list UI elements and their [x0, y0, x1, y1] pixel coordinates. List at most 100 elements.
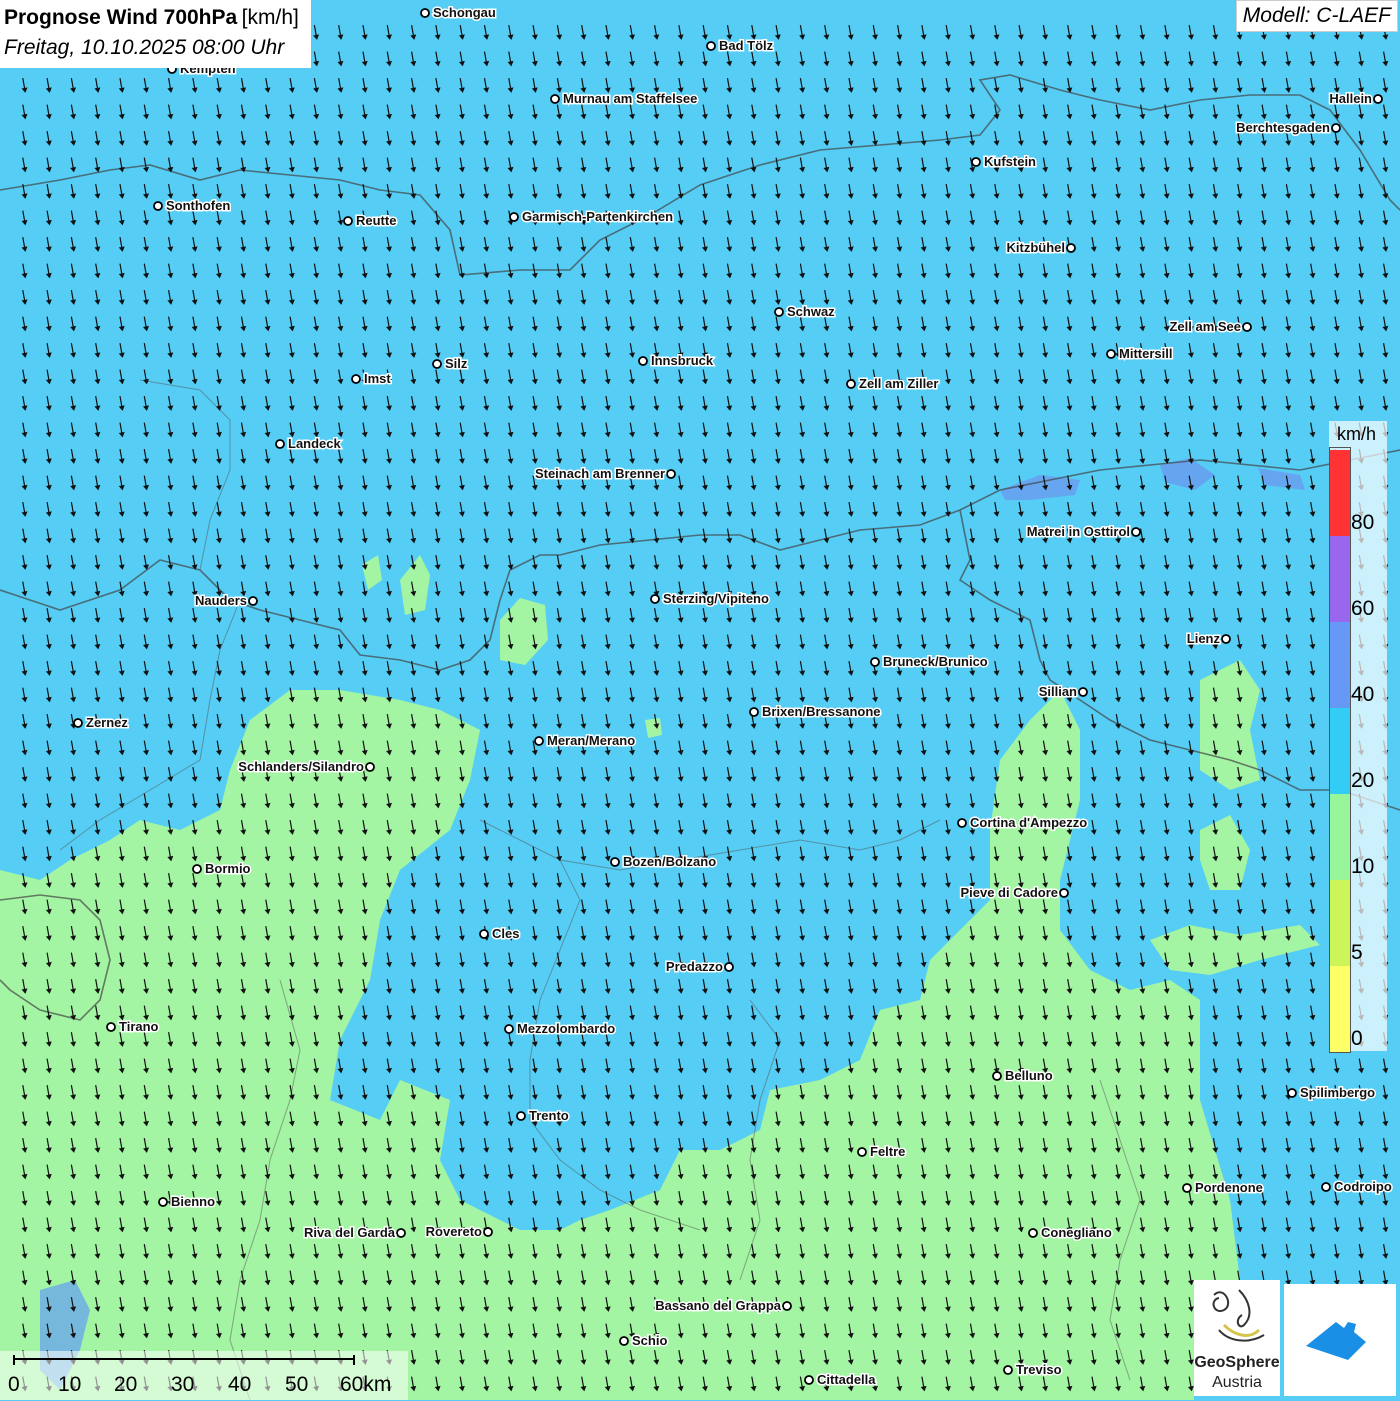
city-marker: Riva del Garda: [304, 1225, 405, 1240]
city-label: Zernez: [86, 715, 128, 730]
legend-label: 10: [1351, 855, 1374, 879]
city-label: Rovereto: [426, 1224, 482, 1239]
app-logo[interactable]: [1284, 1284, 1396, 1396]
city-marker: Schlanders/Silandro: [238, 759, 374, 774]
city-label: Brixen/Bressanone: [762, 704, 881, 719]
legend-label: 40: [1351, 683, 1374, 707]
city-label: Belluno: [1005, 1068, 1053, 1083]
city-label: Feltre: [870, 1144, 905, 1159]
city-marker: Cortina d'Ampezzo: [958, 815, 1087, 830]
city-marker: Pieve di Cadore: [960, 885, 1068, 900]
city-label: Conegliano: [1041, 1225, 1112, 1240]
city-label: Schongau: [433, 5, 496, 20]
legend: km/h 0 5 10 20 40 60 80: [1329, 421, 1387, 1051]
city-label: Imst: [364, 371, 391, 386]
city-label: Schwaz: [787, 304, 835, 319]
city-label: Bassano del Grappa: [655, 1298, 781, 1313]
legend-label: 5: [1351, 941, 1363, 965]
city-marker: Mezzolombardo: [505, 1021, 615, 1036]
geosphere-emblem-icon: [1194, 1280, 1280, 1350]
city-marker: Murnau am Staffelsee: [551, 91, 697, 106]
city-label: Sterzing/Vipiteno: [663, 591, 769, 606]
city-marker: Zell am Ziller: [847, 376, 938, 391]
city-marker: Garmisch-Partenkirchen: [510, 209, 673, 224]
legend-label: 60: [1351, 597, 1374, 621]
map-title: Prognose Wind 700hPa: [4, 6, 237, 29]
legend-label: 80: [1351, 511, 1374, 535]
city-label: Matrei in Osttirol: [1027, 524, 1130, 539]
city-marker: Zell am See: [1169, 319, 1251, 334]
city-marker: Berchtesgaden: [1236, 120, 1340, 135]
map-title-unit: [km/h]: [242, 6, 299, 29]
city-label: Hallein: [1329, 91, 1372, 106]
legend-color-bar: [1329, 447, 1351, 1053]
scale-label: 30: [171, 1373, 194, 1397]
city-marker: Sterzing/Vipiteno: [651, 591, 769, 606]
city-marker: Schongau: [421, 5, 496, 20]
city-label: Treviso: [1016, 1362, 1062, 1377]
geosphere-logo[interactable]: GeoSphere Austria: [1194, 1280, 1280, 1396]
scale-label: 10: [58, 1373, 81, 1397]
legend-swatch: [1330, 794, 1350, 880]
city-label: Predazzo: [666, 959, 723, 974]
city-label: Kitzbühel: [1007, 240, 1066, 255]
city-label: Zell am See: [1169, 319, 1241, 334]
city-label: Spilimbergo: [1300, 1085, 1375, 1100]
scale-label: 50: [285, 1373, 308, 1397]
title-box: Prognose Wind 700hPa [km/h] Freitag, 10.…: [0, 0, 311, 68]
legend-swatch: [1330, 536, 1350, 622]
city-label: Tirano: [119, 1019, 159, 1034]
legend-label: 20: [1351, 769, 1374, 793]
scale-bar: 0 10 20 30 40 50 60km: [0, 1351, 408, 1400]
city-label: Lienz: [1187, 631, 1221, 646]
legend-swatch: [1330, 450, 1350, 536]
city-label: Cles: [492, 926, 519, 941]
city-label: Sillian: [1039, 684, 1077, 699]
city-marker: Conegliano: [1029, 1225, 1112, 1240]
city-marker: Bozen/Bolzano: [611, 854, 716, 869]
city-marker: Brixen/Bressanone: [750, 704, 881, 719]
scale-label: 0: [8, 1373, 20, 1397]
city-label: Sonthofen: [166, 198, 230, 213]
scale-label: 20: [114, 1373, 137, 1397]
city-marker: Kitzbühel: [1007, 240, 1076, 255]
legend-swatch: [1330, 622, 1350, 708]
city-label: Reutte: [356, 213, 396, 228]
city-label: Meran/Merano: [547, 733, 635, 748]
city-label: Cittadella: [817, 1372, 876, 1387]
forecast-time: Freitag, 10.10.2025 08:00 Uhr: [4, 34, 299, 62]
scale-label: 60km: [340, 1373, 391, 1397]
city-marker: Spilimbergo: [1288, 1085, 1375, 1100]
city-marker: Bassano del Grappa: [655, 1298, 791, 1313]
city-label: Mezzolombardo: [517, 1021, 615, 1036]
legend-unit: km/h: [1337, 424, 1376, 445]
legend-label: 0: [1351, 1027, 1363, 1051]
city-marker: Bruneck/Brunico: [871, 654, 988, 669]
city-label: Pordenone: [1195, 1180, 1263, 1195]
wind-map[interactable]: SchongauBad TölzKemptenMurnau am Staffel…: [0, 0, 1400, 1400]
city-marker: Meran/Merano: [535, 733, 635, 748]
city-marker: Matrei in Osttirol: [1027, 524, 1140, 539]
legend-swatch: [1330, 966, 1350, 1052]
city-label: Pieve di Cadore: [960, 885, 1058, 900]
legend-swatch: [1330, 708, 1350, 794]
model-label: Modell: C-LAEF: [1236, 0, 1398, 32]
city-label: Innsbruck: [651, 353, 714, 368]
city-label: Schio: [632, 1333, 667, 1348]
city-marker: Innsbruck: [639, 353, 714, 368]
city-label: Bozen/Bolzano: [623, 854, 716, 869]
city-marker: Pordenone: [1183, 1180, 1263, 1195]
city-label: Berchtesgaden: [1236, 120, 1330, 135]
geosphere-country: Austria: [1194, 1374, 1280, 1392]
city-label: Codroipo: [1334, 1179, 1392, 1194]
city-label: Schlanders/Silandro: [238, 759, 364, 774]
city-label: Murnau am Staffelsee: [563, 91, 697, 106]
city-label: Bad Tölz: [719, 38, 774, 53]
city-label: Bienno: [171, 1194, 215, 1209]
city-label: Garmisch-Partenkirchen: [522, 209, 673, 224]
geosphere-name: GeoSphere: [1194, 1354, 1280, 1372]
city-marker: Predazzo: [666, 959, 733, 974]
city-label: Bruneck/Brunico: [883, 654, 988, 669]
scale-label: 40: [228, 1373, 251, 1397]
city-label: Cortina d'Ampezzo: [970, 815, 1087, 830]
